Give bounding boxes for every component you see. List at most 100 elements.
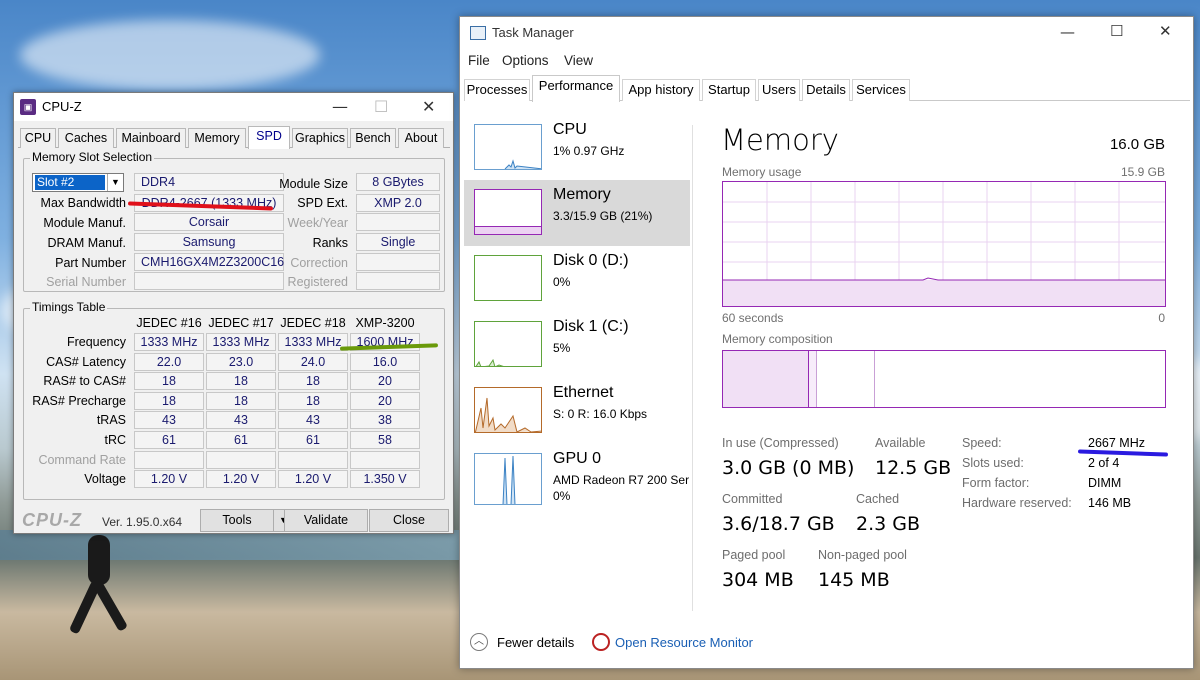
- timing-cell: 20: [350, 372, 420, 391]
- resource-monitor-icon: [592, 633, 610, 651]
- module-manuf-field: Corsair: [134, 213, 284, 231]
- tab-caches[interactable]: Caches: [58, 128, 114, 148]
- minimize-icon[interactable]: —: [1060, 23, 1075, 41]
- timing-cell: 18: [278, 391, 348, 410]
- module-manuf-label: Module Manuf.: [43, 216, 126, 230]
- tab-app-history[interactable]: App history: [622, 79, 700, 101]
- tab-cpu[interactable]: CPU: [20, 128, 56, 148]
- timing-cell: 1.20 V: [206, 470, 276, 489]
- sidebar-item-ethernet[interactable]: Ethernet S: 0 R: 16.0 Kbps: [464, 378, 690, 444]
- week-year-field: [356, 213, 440, 231]
- tab-mainboard[interactable]: Mainboard: [116, 128, 186, 148]
- menu-file[interactable]: File: [468, 53, 490, 68]
- cpuz-app-icon: ▣: [20, 99, 36, 115]
- chevron-up-icon[interactable]: ︿: [470, 633, 488, 651]
- chevron-down-icon[interactable]: ▼: [107, 174, 123, 191]
- gpu-thumbnail-graph: [474, 453, 542, 505]
- sidebar-item-sub: 3.3/15.9 GB (21%): [553, 209, 653, 223]
- slots-used-label: Slots used:: [962, 456, 1024, 470]
- tab-users[interactable]: Users: [758, 79, 800, 101]
- close-button[interactable]: Close: [369, 509, 449, 532]
- sidebar-item-label: Ethernet: [553, 384, 614, 401]
- validate-button[interactable]: Validate: [284, 509, 368, 532]
- page-title: Memory: [721, 123, 839, 157]
- disk-thumbnail-graph: [474, 321, 542, 367]
- cpuz-brand-logo: CPU-Z: [22, 510, 82, 530]
- tab-services[interactable]: Services: [852, 79, 910, 101]
- tm-menu-bar: File Options View: [460, 51, 1193, 73]
- sidebar-item-cpu[interactable]: CPU 1% 0.97 GHz: [464, 115, 690, 181]
- module-size-label: Module Size: [279, 177, 348, 191]
- dram-manuf-label: DRAM Manuf.: [47, 236, 127, 250]
- cpuz-window[interactable]: ▣ CPU-Z — ☐ ✕ CPU Caches Mainboard Memor…: [13, 92, 454, 534]
- runner-silhouette: [60, 516, 130, 640]
- timing-cell: 61: [278, 431, 348, 449]
- slot-dropdown[interactable]: Slot #2 ▼: [32, 173, 124, 192]
- tab-memory[interactable]: Memory: [188, 128, 246, 148]
- timing-row-label: tRC: [104, 433, 126, 447]
- tab-performance[interactable]: Performance: [532, 75, 620, 102]
- close-icon[interactable]: ✕: [1159, 22, 1172, 40]
- timing-cell: 61: [134, 431, 204, 449]
- timing-cell: 18: [278, 372, 348, 391]
- tab-details[interactable]: Details: [802, 79, 850, 101]
- composition-in-use: [723, 351, 809, 407]
- cpuz-tab-bar: CPU Caches Mainboard Memory SPD Graphics…: [18, 126, 450, 149]
- registered-label: Registered: [287, 275, 348, 289]
- timing-cell: 58: [350, 431, 420, 449]
- memory-usage-label: Memory usage: [722, 165, 802, 179]
- menu-options[interactable]: Options: [502, 53, 549, 68]
- menu-view[interactable]: View: [564, 53, 593, 68]
- timing-cell: 61: [206, 431, 276, 449]
- correction-field: [356, 253, 440, 271]
- memory-usage-line: [723, 277, 1165, 281]
- timing-cell: 43: [278, 411, 348, 430]
- sidebar-item-memory[interactable]: Memory 3.3/15.9 GB (21%): [464, 180, 690, 246]
- form-factor-label: Form factor:: [962, 476, 1030, 490]
- hardware-reserved-label: Hardware reserved:: [962, 496, 1072, 510]
- sidebar-item-sub: AMD Radeon R7 200 Ser: [553, 473, 690, 487]
- form-factor-value: DIMM: [1088, 476, 1122, 490]
- timing-cell: [350, 450, 420, 469]
- committed-value: 3.6/18.7 GB: [722, 513, 835, 535]
- memory-composition-label: Memory composition: [722, 332, 833, 346]
- timing-cell: 22.0: [134, 352, 204, 371]
- tab-bench[interactable]: Bench: [350, 128, 396, 148]
- fewer-details-link[interactable]: Fewer details: [497, 635, 574, 650]
- memory-usage-grid: [723, 182, 1165, 306]
- tm-footer: ︿ Fewer details Open Resource Monitor: [460, 625, 1193, 665]
- tab-startup[interactable]: Startup: [702, 79, 756, 101]
- timing-cell: 24.0: [278, 352, 348, 371]
- committed-label: Committed: [722, 492, 783, 506]
- tab-processes[interactable]: Processes: [464, 79, 530, 101]
- axis-label-left: 60 seconds: [722, 311, 784, 325]
- minimize-icon[interactable]: —: [332, 97, 348, 116]
- sidebar-item-disk-1[interactable]: Disk 1 (C:) 5%: [464, 312, 690, 378]
- sidebar-item-sub: 0%: [553, 275, 571, 289]
- composition-modified: [809, 351, 817, 407]
- timing-row-label: CAS# Latency: [46, 354, 126, 369]
- maximize-icon[interactable]: ☐: [1110, 22, 1123, 40]
- task-manager-window[interactable]: Task Manager — ☐ ✕ File Options View Pro…: [459, 16, 1194, 669]
- sidebar-item-sub2: 0%: [553, 489, 571, 503]
- tm-title: Task Manager: [492, 25, 574, 40]
- tab-graphics[interactable]: Graphics: [292, 128, 348, 148]
- cached-label: Cached: [856, 492, 900, 506]
- cpu-thumbnail-graph: [474, 124, 542, 170]
- tools-button[interactable]: Tools ▼: [200, 509, 294, 532]
- timing-cell: 1.350 V: [350, 470, 420, 489]
- timing-cell: 18: [206, 372, 276, 391]
- tab-spd[interactable]: SPD: [248, 126, 290, 149]
- sidebar-item-disk-0[interactable]: Disk 0 (D:) 0%: [464, 246, 690, 312]
- sidebar-item-gpu[interactable]: GPU 0 AMD Radeon R7 200 Ser 0%: [464, 444, 690, 510]
- tm-titlebar[interactable]: Task Manager — ☐ ✕: [460, 17, 1193, 49]
- open-resource-monitor-link[interactable]: Open Resource Monitor: [615, 635, 753, 650]
- timing-cell: 1.20 V: [278, 470, 348, 489]
- timing-cell: [278, 450, 348, 469]
- cpuz-titlebar[interactable]: ▣ CPU-Z — ☐ ✕: [14, 93, 453, 121]
- spd-ext-label: SPD Ext.: [297, 196, 348, 210]
- tools-button-label: Tools: [222, 513, 252, 527]
- tab-about[interactable]: About: [398, 128, 444, 148]
- slot-dropdown-value: Slot #2: [35, 175, 105, 190]
- close-icon[interactable]: ✕: [422, 97, 435, 116]
